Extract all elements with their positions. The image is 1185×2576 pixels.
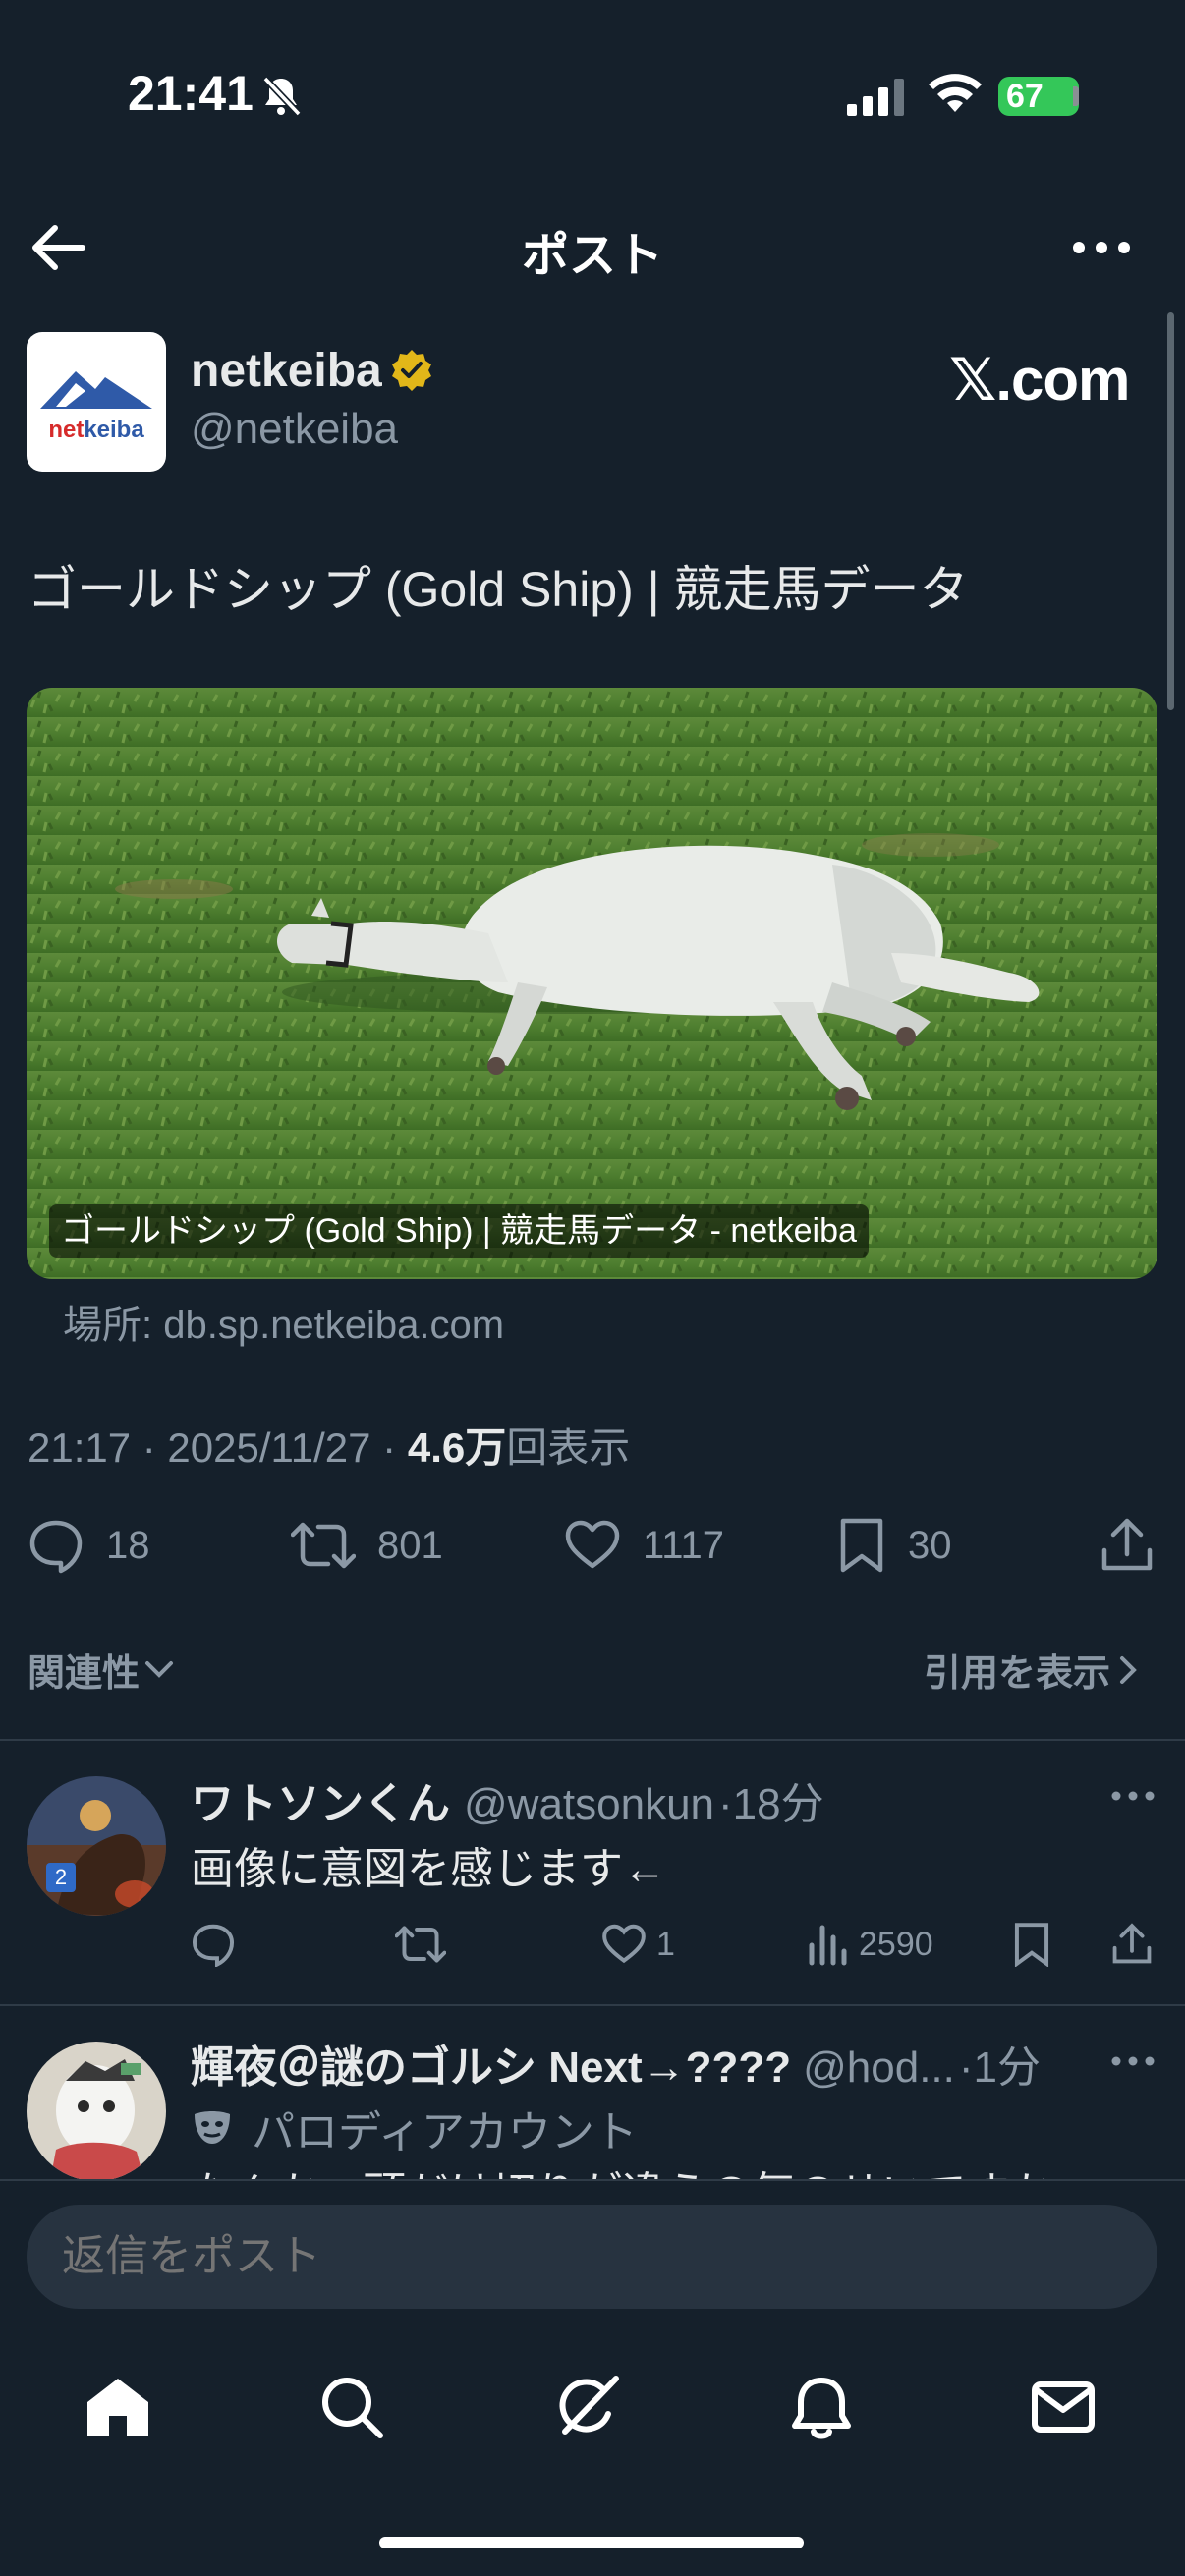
tab-notifications[interactable]	[782, 2368, 861, 2446]
reply-share-button[interactable]	[1110, 1922, 1163, 1967]
like-action[interactable]: 1117	[564, 1511, 724, 1580]
netkeiba-logo-icon	[40, 371, 152, 409]
tab-grok[interactable]	[548, 2368, 627, 2446]
post-meta: 21:17 · 2025/11/27 · 4.6万回表示	[28, 1415, 630, 1475]
divider	[0, 1739, 1185, 1741]
divider	[0, 2004, 1185, 2006]
x-com-badge: 𝕏.com	[949, 347, 1130, 413]
reply-like-count: 1	[656, 1925, 675, 1963]
reply-icon	[29, 1520, 83, 1574]
chevron-down-icon	[145, 1660, 174, 1678]
reply-header: 輝夜＠謎のゴルシ Next→???? @hod... ·1分	[191, 2032, 1041, 2095]
character-avatar	[27, 2042, 166, 2181]
home-indicator[interactable]	[379, 2537, 804, 2548]
search-icon	[322, 2378, 383, 2438]
repost-icon	[395, 1926, 446, 1963]
bookmark-icon	[1014, 1923, 1049, 1967]
status-time: 21:41	[128, 66, 254, 121]
share-icon	[1101, 1518, 1153, 1571]
reply-time: ·18分	[718, 1780, 824, 1828]
sort-label: 関連性	[28, 1653, 141, 1695]
heart-icon	[602, 1924, 646, 1964]
more-options-icon[interactable]	[1067, 228, 1136, 267]
home-icon	[87, 2379, 148, 2436]
author-handle[interactable]: @netkeiba	[191, 405, 398, 454]
reply-author-handle[interactable]: @watsonkun	[464, 1780, 714, 1829]
bell-slash-icon	[262, 76, 302, 117]
reply-icon	[192, 1924, 235, 1967]
views-chart-icon	[809, 1925, 847, 1966]
link-card-domain[interactable]: 場所: db.sp.netkeiba.com	[63, 1293, 504, 1350]
reply-bookmark-button[interactable]	[1012, 1922, 1061, 1967]
reply-views-button[interactable]: 2590	[806, 1922, 933, 1967]
bookmark-action[interactable]: 30	[837, 1511, 952, 1580]
battery-tip	[1073, 86, 1079, 106]
reply-more-icon[interactable]	[1110, 1786, 1156, 1806]
mail-icon	[1032, 2381, 1095, 2433]
heart-icon	[565, 1520, 620, 1569]
tab-search[interactable]	[312, 2368, 391, 2446]
reply-repost-button[interactable]	[395, 1922, 456, 1967]
reply-author-name[interactable]: ワトソンくん	[191, 1768, 450, 1831]
link-card-caption: ゴールドシップ (Gold Ship) | 競走馬データ - netkeiba	[49, 1204, 869, 1258]
share-action[interactable]	[1099, 1511, 1177, 1580]
cellular-signal-icon	[847, 79, 904, 116]
chevron-right-icon	[1120, 1655, 1137, 1684]
reply-more-icon[interactable]	[1110, 2051, 1156, 2071]
reply-author-name[interactable]: 輝夜＠謎のゴルシ Next→????	[191, 2032, 791, 2095]
share-icon	[1112, 1923, 1152, 1964]
repost-count: 801	[377, 1523, 443, 1567]
reply-count: 18	[106, 1523, 150, 1567]
battery-level: 67	[1006, 78, 1044, 115]
wifi-icon	[929, 74, 982, 112]
sort-relevance-dropdown[interactable]: 関連性	[28, 1643, 179, 1697]
post-timestamp: 21:17 · 2025/11/27 ·	[28, 1425, 408, 1471]
like-count: 1117	[643, 1523, 725, 1567]
reply-like-button[interactable]: 1	[601, 1922, 675, 1967]
tab-home[interactable]	[79, 2368, 157, 2446]
racehorse-avatar: 2	[27, 1776, 166, 1916]
bookmark-icon	[840, 1518, 883, 1573]
tab-messages[interactable]	[1024, 2368, 1102, 2446]
horse-photo	[27, 688, 1157, 1279]
grok-icon	[559, 2376, 619, 2435]
reply-time: ·1分	[958, 2044, 1041, 2092]
scrollbar[interactable]	[1167, 312, 1174, 710]
page-title: ポスト	[521, 230, 663, 282]
parody-account-text: パロディアカウント	[252, 2108, 638, 2156]
bell-icon	[792, 2378, 851, 2439]
reply-action-bar: 1 2590	[191, 1914, 1154, 1969]
parody-label: パロディアカウント	[191, 2097, 638, 2159]
reply-view-count: 2590	[859, 1925, 933, 1963]
post-text: ゴールドシップ (Gold Ship) | 競走馬データ	[28, 562, 969, 617]
avatar-logo-text: netkeiba	[48, 417, 144, 443]
svg-text:2: 2	[55, 1865, 67, 1889]
view-quotes-label: 引用を表示	[923, 1653, 1110, 1695]
reply-avatar[interactable]	[27, 2042, 166, 2181]
view-quotes-link[interactable]: 引用を表示	[924, 1643, 1146, 1697]
post-view-suffix: 回表示	[506, 1425, 631, 1471]
reply-avatar[interactable]: 2	[27, 1776, 166, 1916]
author-avatar[interactable]: netkeiba	[27, 332, 166, 472]
repost-icon	[291, 1522, 356, 1569]
post-view-count: 4.6万	[407, 1425, 507, 1471]
mask-icon	[195, 2111, 230, 2144]
reply-header: ワトソンくん @watsonkun ·18分	[191, 1768, 824, 1831]
reply-compose-input[interactable]	[27, 2205, 1157, 2309]
bookmark-count: 30	[908, 1523, 952, 1567]
reply-text: 画像に意図を感じます←	[191, 1845, 666, 1893]
link-card-image[interactable]	[27, 688, 1157, 1279]
author-name[interactable]: netkeiba	[191, 344, 382, 398]
verified-badge-icon	[392, 350, 431, 391]
reply-reply-button[interactable]	[191, 1922, 246, 1967]
repost-action[interactable]: 801	[291, 1511, 443, 1580]
reply-author-handle[interactable]: @hod...	[803, 2044, 955, 2093]
reply-action[interactable]: 18	[28, 1511, 150, 1580]
